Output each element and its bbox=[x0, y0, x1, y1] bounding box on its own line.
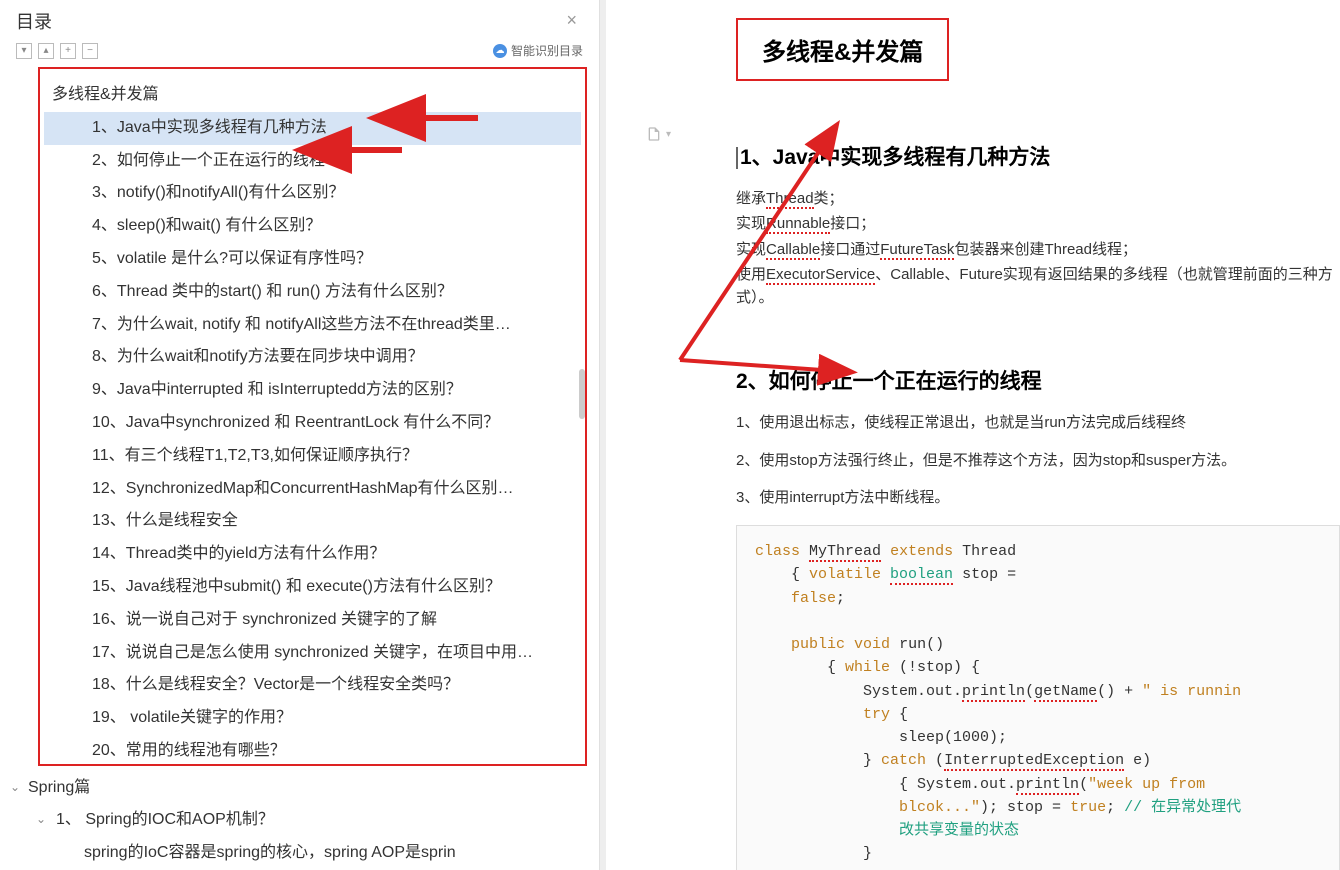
list-item: 2、使用stop方法强行终止，但是不推荐这个方法，因为stop和susper方法… bbox=[736, 449, 1340, 472]
add-icon[interactable]: + bbox=[60, 43, 76, 59]
chevron-down-icon: ▾ bbox=[666, 129, 671, 140]
page-margin-icon[interactable]: ▾ bbox=[646, 126, 671, 142]
list-item: 1、使用退出标志，使线程正常退出，也就是当run方法完成后线程终 bbox=[736, 411, 1340, 434]
toc-sidebar: 目录 × ▾ ▴ + − ☁ 智能识别目录 ⌄ 多线程&并发篇 1、Java中实… bbox=[0, 0, 600, 870]
toc-item[interactable]: 1、Java中实现多线程有几种方法 bbox=[44, 112, 581, 145]
paragraph: 使用ExecutorService、Callable、Future实现有返回结果… bbox=[736, 263, 1340, 310]
toc-item[interactable]: 19、 volatile关键字的作用？ bbox=[44, 702, 581, 735]
section-heading-2: 2、如何停止一个正在运行的线程 bbox=[736, 365, 1340, 395]
sidebar-header: 目录 × bbox=[0, 0, 599, 38]
toc-item[interactable]: 9、Java中interrupted 和 isInterruptedd方法的区别… bbox=[44, 374, 581, 407]
toc-item[interactable]: 7、为什么wait, notify 和 notifyAll这些方法不在threa… bbox=[44, 309, 581, 342]
smart-toc-button[interactable]: ☁ 智能识别目录 bbox=[493, 42, 583, 59]
document-content: 多线程&并发篇 ▾ 1、Java中实现多线程有几种方法 继承Thread类； 实… bbox=[600, 0, 1340, 870]
close-icon[interactable]: × bbox=[560, 8, 583, 33]
smart-toc-label: 智能识别目录 bbox=[511, 42, 583, 59]
toc-item[interactable]: 20、常用的线程池有哪些？ bbox=[44, 735, 581, 764]
document-title: 多线程&并发篇 bbox=[762, 32, 923, 67]
toc-item[interactable]: 16、说一说自己对于 synchronized 关键字的了解 bbox=[44, 604, 581, 637]
toc-section-header[interactable]: ⌄ Spring篇 bbox=[0, 772, 599, 805]
toc-item[interactable]: 17、说说自己是怎么使用 synchronized 关键字，在项目中用… bbox=[44, 637, 581, 670]
toc-item[interactable]: 5、volatile 是什么?可以保证有序性吗？ bbox=[44, 243, 581, 276]
section-heading-1: 1、Java中实现多线程有几种方法 bbox=[736, 141, 1340, 171]
toolbar-left: ▾ ▴ + − bbox=[16, 43, 98, 59]
numbered-list: 1、使用退出标志，使线程正常退出，也就是当run方法完成后线程终 2、使用sto… bbox=[736, 411, 1340, 509]
collapse-all-icon[interactable]: ▴ bbox=[38, 43, 54, 59]
paragraph: 实现Callable接口通过FutureTask包装器来创建Thread线程； bbox=[736, 238, 1340, 261]
chevron-down-icon: ⌄ bbox=[36, 810, 46, 829]
toc-other-sections: ⌄ Spring篇 ⌄ 1、 Spring的IOC和AOP机制？ spring的… bbox=[0, 766, 599, 870]
toc-item[interactable]: 2、如何停止一个正在运行的线程 bbox=[44, 145, 581, 178]
toc-item[interactable]: 10、Java中synchronized 和 ReentrantLock 有什么… bbox=[44, 407, 581, 440]
list-item: 3、使用interrupt方法中断线程。 bbox=[736, 486, 1340, 509]
expand-all-icon[interactable]: ▾ bbox=[16, 43, 32, 59]
scrollbar[interactable] bbox=[579, 369, 585, 419]
code-block: class MyThread extends Thread { volatile… bbox=[736, 525, 1340, 870]
chevron-down-icon: ⌄ bbox=[10, 778, 20, 797]
sidebar-toolbar: ▾ ▴ + − ☁ 智能识别目录 bbox=[0, 38, 599, 67]
document-title-box: 多线程&并发篇 bbox=[736, 18, 949, 81]
toc-item[interactable]: 12、SynchronizedMap和ConcurrentHashMap有什么区… bbox=[44, 473, 581, 506]
toc-item[interactable]: ⌄ 1、 Spring的IOC和AOP机制？ bbox=[0, 804, 599, 837]
remove-icon[interactable]: − bbox=[82, 43, 98, 59]
toc-framed-section: ⌄ 多线程&并发篇 1、Java中实现多线程有几种方法 2、如何停止一个正在运行… bbox=[38, 67, 587, 766]
toc-item[interactable]: 8、为什么wait和notify方法要在同步块中调用？ bbox=[44, 341, 581, 374]
smart-toc-icon: ☁ bbox=[493, 44, 507, 58]
text-cursor bbox=[736, 147, 738, 169]
content-body: 1、Java中实现多线程有几种方法 继承Thread类； 实现Runnable接… bbox=[736, 141, 1340, 870]
toc-item[interactable]: 6、Thread 类中的start() 和 run() 方法有什么区别？ bbox=[44, 276, 581, 309]
toc-item[interactable]: 14、Thread类中的yield方法有什么作用？ bbox=[44, 538, 581, 571]
toc-item[interactable]: 11、有三个线程T1,T2,T3,如何保证顺序执行？ bbox=[44, 440, 581, 473]
paragraph: 实现Runnable接口； bbox=[736, 212, 1340, 235]
toc-item[interactable]: 15、Java线程池中submit() 和 execute()方法有什么区别？ bbox=[44, 571, 581, 604]
paragraph: 继承Thread类； bbox=[736, 187, 1340, 210]
sidebar-title: 目录 bbox=[16, 8, 52, 34]
toc-item[interactable]: 18、什么是线程安全？Vector是一个线程安全类吗？ bbox=[44, 669, 581, 702]
toc-snippet: spring的IoC容器是spring的核心，spring AOP是sprin bbox=[0, 837, 599, 870]
toc-item[interactable]: 13、什么是线程安全 bbox=[44, 505, 581, 538]
toc-tree: ⌄ 多线程&并发篇 1、Java中实现多线程有几种方法 2、如何停止一个正在运行… bbox=[40, 69, 585, 764]
toc-item[interactable]: 4、sleep()和wait() 有什么区别？ bbox=[44, 210, 581, 243]
toc-section-header[interactable]: ⌄ 多线程&并发篇 bbox=[44, 79, 581, 112]
toc-item[interactable]: 3、notify()和notifyAll()有什么区别？ bbox=[44, 177, 581, 210]
